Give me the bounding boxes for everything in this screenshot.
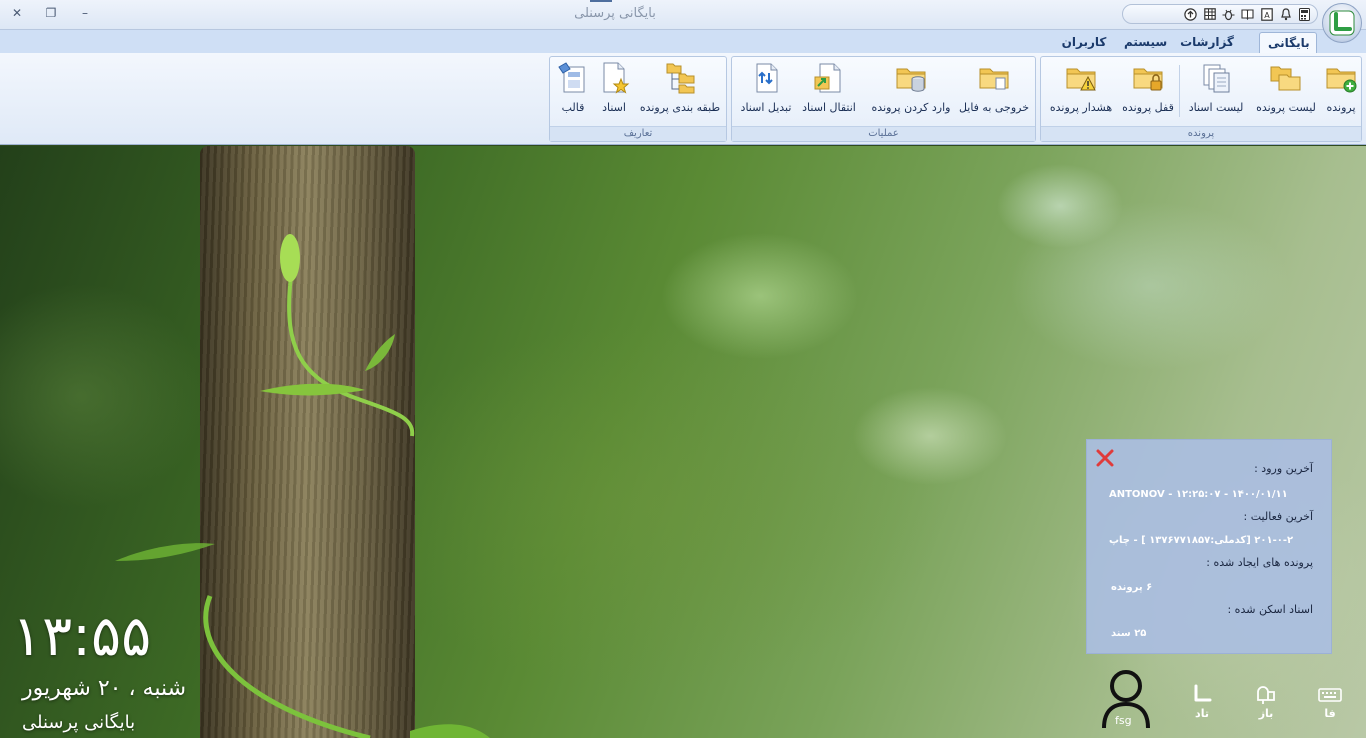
template-button[interactable]: قالب	[554, 61, 592, 123]
folder-export-icon	[979, 68, 1009, 90]
book-icon[interactable]	[1241, 8, 1254, 21]
tad-label: تاد	[1195, 707, 1209, 720]
doc-list-label: لیست اسناد	[1188, 101, 1244, 114]
folder-database-icon	[896, 68, 926, 92]
tab-users[interactable]: کاربران	[1052, 32, 1116, 53]
file-alert-button[interactable]: هشدار پرونده	[1045, 61, 1117, 123]
classify-file-label: طبقه بندی پرونده	[639, 101, 721, 114]
app-logo-icon	[1329, 10, 1355, 36]
transfer-docs-button[interactable]: انتقال اسناد	[798, 61, 860, 123]
bug-icon[interactable]	[1222, 8, 1235, 21]
ribbon-group-file-label: پرونده	[1041, 126, 1361, 141]
convert-docs-button[interactable]: تبدیل اسناد	[736, 61, 796, 123]
tad-button[interactable]: تاد	[1185, 684, 1219, 720]
created-files-label: پرونده های ایجاد شده :	[1206, 556, 1313, 569]
ribbon-group-definitions: طبقه بندی پرونده اسناد قالب تعاریف	[549, 56, 727, 142]
file-alert-label: هشدار پرونده	[1049, 101, 1113, 114]
baz-label: باز	[1258, 707, 1274, 720]
title-accent	[590, 0, 612, 2]
template-label: قالب	[561, 101, 585, 114]
contact-card-icon[interactable]: A	[1260, 7, 1273, 21]
tad-logo-icon	[1194, 684, 1212, 702]
svg-text:A: A	[1264, 11, 1270, 20]
window-title: بایگانی پرسنلی	[574, 6, 656, 21]
upload-icon[interactable]	[1184, 7, 1197, 21]
classify-file-button[interactable]: طبقه بندی پرونده	[636, 61, 724, 123]
keyboard-icon	[1318, 688, 1342, 702]
close-panel-icon[interactable]	[1095, 448, 1115, 468]
calculator-icon[interactable]	[1298, 7, 1311, 21]
last-login-value: ANTONOV - ۱۲:۲۵:۰۷ - ۱۴۰۰/۰۱/۱۱	[1109, 489, 1288, 500]
ribbon-separator	[1179, 65, 1180, 117]
file-button[interactable]: پرونده	[1321, 61, 1361, 123]
ribbon-group-definitions-label: تعاریف	[550, 126, 726, 141]
last-login-label: آخرین ورود :	[1254, 462, 1313, 475]
desktop-wallpaper: ۱۳:۵۵ شنبه ، ۲۰ شهریور بایگانی پرسنلی آخ…	[0, 146, 1366, 738]
ribbon-group-file: پرونده لیست پرونده لیست اسناد قفل پرونده…	[1040, 56, 1362, 142]
mailbox-icon	[1257, 686, 1275, 704]
ribbon: پرونده لیست پرونده لیست اسناد قفل پرونده…	[0, 53, 1366, 145]
lock-file-label: قفل پرونده	[1122, 101, 1174, 114]
doc-list-button[interactable]: لیست اسناد	[1185, 61, 1247, 123]
last-activity-value: ۲۰۱-۰-۲ [کدملی:۱۳۷۶۷۷۱۸۵۷ ] - چاپ	[1109, 535, 1294, 546]
desktop-date: شنبه ، ۲۰ شهریور	[22, 676, 187, 701]
keyboard-language-button[interactable]: فا	[1313, 684, 1347, 720]
lock-file-button[interactable]: قفل پرونده	[1119, 61, 1177, 123]
desktop-clock: ۱۳:۵۵	[12, 604, 152, 669]
documents-button[interactable]: اسناد	[594, 61, 634, 123]
ribbon-group-operations-label: عملیات	[732, 126, 1035, 141]
spreadsheet-icon[interactable]	[1203, 8, 1216, 21]
quick-access-toolbar: A	[1122, 4, 1318, 24]
folder-tree-icon	[666, 63, 695, 94]
mailbox-button[interactable]: باز	[1249, 684, 1283, 720]
last-activity-label: آخرین فعالیت :	[1243, 510, 1313, 523]
folder-lock-icon	[1133, 68, 1163, 91]
scanned-docs-label: اسناد اسکن شده :	[1227, 603, 1313, 616]
transfer-docs-label: انتقال اسناد	[802, 101, 856, 114]
app-menu-button[interactable]	[1322, 3, 1362, 43]
documents-stack-icon	[1203, 64, 1230, 93]
export-file-button[interactable]: خروجی به فایل	[954, 61, 1034, 123]
tab-reports[interactable]: گزارشات	[1164, 32, 1250, 53]
folder-warning-icon	[1066, 68, 1096, 91]
export-file-label: خروجی به فایل	[958, 101, 1030, 114]
session-info-panel: آخرین ورود : ANTONOV - ۱۲:۲۵:۰۷ - ۱۴۰۰/۰…	[1086, 439, 1332, 654]
folder-add-icon	[1326, 68, 1357, 93]
document-star-icon	[603, 62, 630, 94]
import-file-label: وارد کردن پرونده	[871, 101, 951, 114]
user-name: fsg	[1115, 714, 1132, 727]
document-convert-icon	[756, 63, 778, 93]
tab-archive[interactable]: بایگانی	[1259, 32, 1317, 53]
document-transfer-icon	[814, 63, 841, 93]
file-list-label: لیست پرونده	[1256, 101, 1316, 114]
convert-docs-label: تبدیل اسناد	[740, 101, 792, 114]
ribbon-group-operations: خروجی به فایل وارد کردن پرونده انتقال اس…	[731, 56, 1036, 142]
ribbon-tab-strip: بایگانی گزارشات سیستم کاربران	[0, 30, 1366, 53]
template-icon	[558, 62, 585, 93]
tab-system[interactable]: سیستم	[1116, 32, 1174, 53]
scanned-docs-value: ۲۵ سند	[1111, 628, 1147, 639]
file-button-label: پرونده	[1326, 101, 1356, 114]
language-label: فا	[1324, 707, 1336, 720]
import-file-button[interactable]: وارد کردن پرونده	[866, 61, 956, 123]
desktop-app-name: بایگانی پرسنلی	[22, 712, 136, 733]
created-files-value: ۶ پرونده	[1111, 582, 1153, 593]
folders-icon	[1270, 66, 1301, 91]
title-bar: ✕ ❐ – بایگانی پرسنلی ▾ A	[0, 0, 1366, 30]
documents-label: اسناد	[602, 101, 626, 114]
bell-icon[interactable]	[1279, 7, 1292, 21]
file-list-button[interactable]: لیست پرونده	[1253, 61, 1319, 123]
